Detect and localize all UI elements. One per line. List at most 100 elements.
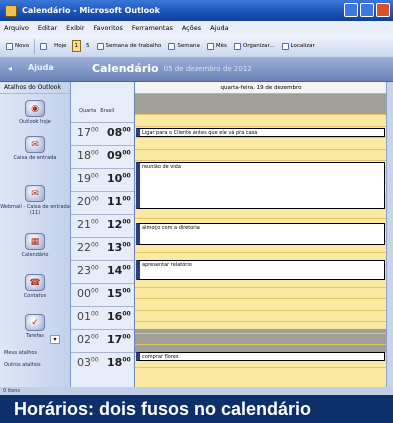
shortcut-webmail[interactable]: ✉ Webmail - Caixa de entrada (11)	[0, 185, 70, 216]
half-hour-line	[135, 217, 387, 219]
shortcuts-header[interactable]: Atalhos do Outlook	[0, 82, 70, 94]
minute-value: 00	[122, 333, 131, 341]
half-hour-line	[135, 137, 387, 138]
hour-value: 03	[77, 356, 91, 369]
menu-ajuda[interactable]: Ajuda	[210, 24, 228, 32]
non-working-hours-top	[135, 94, 387, 114]
half-hour-line	[135, 344, 387, 345]
close-button[interactable]	[376, 3, 390, 17]
shortcut-outlook-today[interactable]: ◉ Outlook hoje	[0, 100, 70, 125]
time-zone-2-hour: 1500	[107, 287, 131, 300]
minute-value: 00	[122, 356, 131, 364]
workweek-view-label: 5	[86, 43, 90, 49]
vertical-scrollbar[interactable]	[386, 82, 393, 387]
outlook-today-icon: ◉	[25, 100, 45, 117]
appointment-item[interactable]: comprar flores	[136, 352, 385, 361]
half-hour-line	[135, 125, 387, 127]
month-label: Mês	[215, 43, 227, 49]
appointment-item[interactable]: Ligar para o Cliente antes que ele vá pr…	[136, 128, 385, 137]
half-hour-line	[135, 148, 387, 150]
day-view-label: 1	[74, 43, 79, 49]
hour-value: 20	[77, 195, 91, 208]
hour-value: 01	[77, 310, 91, 323]
week-button[interactable]: Semana	[166, 41, 201, 52]
minute-value: 00	[91, 172, 99, 180]
minute-value: 00	[91, 195, 99, 203]
menu-arquivo[interactable]: Arquivo	[4, 24, 29, 32]
half-hour-line	[135, 309, 387, 311]
hour-value: 17	[107, 333, 123, 346]
half-hour-line	[135, 252, 387, 253]
minute-value: 00	[122, 310, 131, 318]
month-icon	[206, 42, 214, 50]
time-row: 1700 0800	[71, 122, 134, 145]
hour-value: 23	[77, 264, 91, 277]
menu-acoes[interactable]: Ações	[182, 24, 201, 32]
calendar-title: Calendário 05 de dezembro de 2012	[92, 62, 252, 75]
week-work-label: Semana de trabalho	[105, 43, 162, 49]
print-button[interactable]	[38, 41, 49, 52]
nav-arrow-icon[interactable]: ◂	[8, 64, 18, 74]
new-icon	[6, 42, 13, 50]
minute-value: 00	[122, 218, 131, 226]
hour-value: 18	[107, 356, 123, 369]
hour-value: 17	[77, 126, 91, 139]
time-scale-column: Quarta Brasil 1700 0800 1800 0900 1900 1000 20…	[71, 82, 134, 387]
menu-ferramentas[interactable]: Ferramentas	[132, 24, 173, 32]
minute-value: 00	[122, 241, 131, 249]
maximize-button[interactable]	[360, 3, 374, 17]
minute-value: 00	[91, 310, 99, 318]
minute-value: 00	[91, 333, 99, 341]
menu-favoritos[interactable]: Favoritos	[94, 24, 123, 32]
minute-value: 00	[91, 149, 99, 157]
half-hour-line	[135, 298, 387, 299]
contacts-icon: ☎	[25, 274, 45, 291]
appointment-item[interactable]: reunião de vida	[136, 162, 385, 209]
time-zone-1-hour: 1900	[77, 172, 99, 185]
standard-toolbar: Novo Hoje 1 5 Semana de trabalho Semana …	[0, 35, 393, 58]
shortcut-inbox[interactable]: ✉ Caixa de entrada	[0, 136, 70, 161]
day-header[interactable]: quarta-feira, 19 de dezembro	[135, 82, 387, 94]
minute-value: 00	[122, 149, 131, 157]
chevron-down-icon[interactable]: ▾	[50, 335, 60, 344]
time-zone-2-hour: 1400	[107, 264, 131, 277]
my-shortcuts-link[interactable]: Meus atalhos	[4, 350, 37, 356]
minimize-button[interactable]	[344, 3, 358, 17]
minute-value: 00	[91, 287, 99, 295]
workweek-view-button[interactable]: 5	[84, 41, 92, 51]
menu-exibir[interactable]: Exibir	[66, 24, 84, 32]
shortcut-calendar[interactable]: ▦ Calendário	[0, 233, 70, 258]
new-button[interactable]: Novo	[4, 41, 31, 52]
week-work-button[interactable]: Semana de trabalho	[95, 41, 164, 52]
appointment-item[interactable]: apresentar relatório	[136, 260, 385, 280]
shortcut-contacts[interactable]: ☎ Contatos	[0, 274, 70, 299]
minute-value: 00	[91, 126, 99, 134]
time-row: 2100 1200	[71, 214, 134, 237]
left-pane-title: Ajuda	[28, 63, 54, 72]
today-label: Hoje	[54, 43, 67, 49]
hour-value: 12	[107, 218, 123, 231]
today-button[interactable]: Hoje	[52, 41, 68, 51]
half-hour-line	[135, 367, 387, 368]
hour-value: 08	[107, 126, 123, 139]
find-button[interactable]: Localizar	[280, 41, 317, 52]
time-zone-1-hour: 2200	[77, 241, 99, 254]
print-icon	[40, 42, 48, 50]
organize-button[interactable]: Organizar...	[232, 41, 277, 52]
hour-value: 19	[77, 172, 91, 185]
minute-value: 00	[91, 218, 99, 226]
time-zone-1-hour: 0300	[77, 356, 99, 369]
organize-icon	[233, 42, 241, 50]
appointment-item[interactable]: almoço com a diretoria	[136, 223, 385, 245]
time-zone-1-hour: 2100	[77, 218, 99, 231]
day-view-button[interactable]: 1	[71, 40, 82, 52]
time-row: 0200 1700	[71, 329, 134, 352]
day-view-pane[interactable]: quarta-feira, 19 de dezembro Ligar para …	[134, 82, 387, 387]
shortcut-label: Contatos	[23, 293, 47, 299]
find-label: Localizar	[290, 43, 315, 49]
time-row: 0300 1800	[71, 352, 134, 375]
menu-editar[interactable]: Editar	[38, 24, 57, 32]
month-button[interactable]: Mês	[205, 41, 229, 52]
window-title: Calendário - Microsoft Outlook	[22, 6, 160, 15]
other-shortcuts-link[interactable]: Outros atalhos	[4, 362, 41, 368]
